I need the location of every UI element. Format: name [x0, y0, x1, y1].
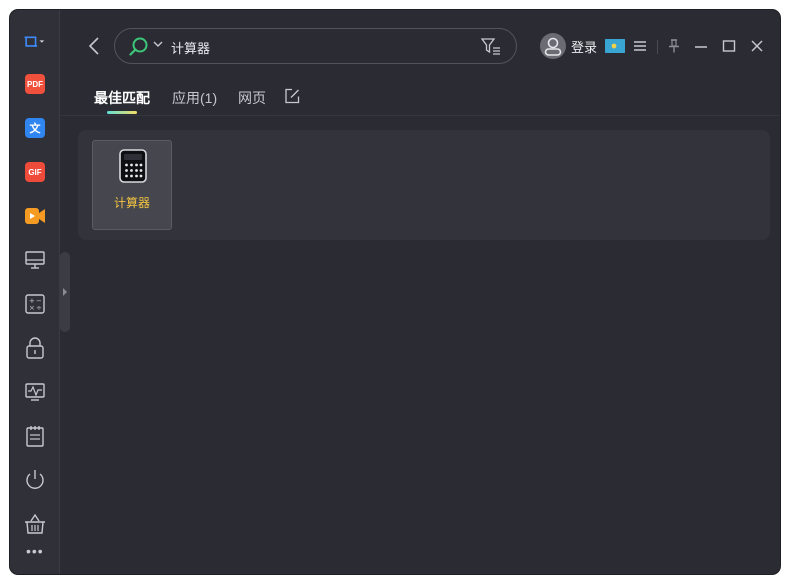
result-item[interactable]: 计算器 [92, 140, 172, 230]
chevron-right-icon [63, 288, 67, 296]
svg-text:×: × [29, 304, 35, 312]
pdf-badge: PDF [25, 74, 45, 94]
lock-icon[interactable] [24, 337, 46, 359]
close-icon [751, 40, 763, 52]
gif-icon[interactable]: GIF [24, 161, 46, 183]
search-input[interactable] [171, 37, 471, 57]
basket-icon[interactable] [24, 513, 46, 535]
result-item-name: 计算器 [113, 196, 150, 210]
maximize-button[interactable] [721, 38, 737, 54]
results-panel: 计算器 [78, 130, 770, 240]
edit-tabs-button[interactable] [284, 88, 300, 109]
sidebar: PDF 文 GIF + − × ÷ ••• [10, 10, 60, 574]
gif-badge: GIF [25, 162, 45, 182]
user-area[interactable]: 登录 [540, 33, 626, 59]
toolbar-divider [657, 40, 658, 54]
tab-web[interactable]: 网页 [238, 88, 266, 108]
calculator-icon [119, 149, 147, 183]
power-icon[interactable] [24, 469, 46, 491]
sidebar-collapse-handle[interactable] [60, 252, 70, 332]
translate-badge: 文 [25, 118, 45, 138]
filter-icon[interactable] [481, 38, 501, 56]
minimize-icon [695, 46, 707, 48]
chevron-down-icon[interactable] [153, 41, 163, 49]
translate-icon[interactable]: 文 [24, 117, 46, 139]
more-icon[interactable]: ••• [26, 544, 44, 558]
system-monitor-icon[interactable] [24, 381, 46, 403]
minimize-button[interactable] [693, 38, 709, 54]
skin-icon[interactable] [605, 39, 626, 53]
login-link[interactable]: 登录 [571, 37, 597, 56]
back-button[interactable] [84, 34, 104, 58]
tab-best-match[interactable]: 最佳匹配 [94, 88, 150, 108]
close-button[interactable] [749, 38, 765, 54]
svg-text:÷: ÷ [36, 304, 42, 312]
maximize-icon [722, 40, 736, 52]
monitor-icon[interactable] [24, 249, 46, 271]
chevron-left-icon [88, 37, 99, 55]
pdf-icon[interactable]: PDF [24, 73, 46, 95]
menu-icon[interactable] [632, 38, 648, 54]
search-box[interactable] [114, 28, 517, 64]
notepad-icon[interactable] [24, 425, 46, 447]
edit-icon [285, 88, 300, 104]
tab-apps[interactable]: 应用(1) [172, 88, 217, 108]
calculator-tool-icon[interactable]: + − × ÷ [24, 293, 46, 315]
screenshot-icon[interactable] [23, 31, 45, 53]
launcher-window: PDF 文 GIF + − × ÷ ••• 计算器 登录 最佳匹配 应用(1) … [10, 10, 780, 574]
video-icon[interactable] [24, 205, 46, 227]
search-icon[interactable] [129, 37, 149, 57]
active-tab-indicator [107, 111, 137, 114]
pin-icon[interactable] [666, 38, 682, 54]
avatar-icon[interactable] [540, 33, 566, 59]
tabs-divider [60, 115, 780, 116]
